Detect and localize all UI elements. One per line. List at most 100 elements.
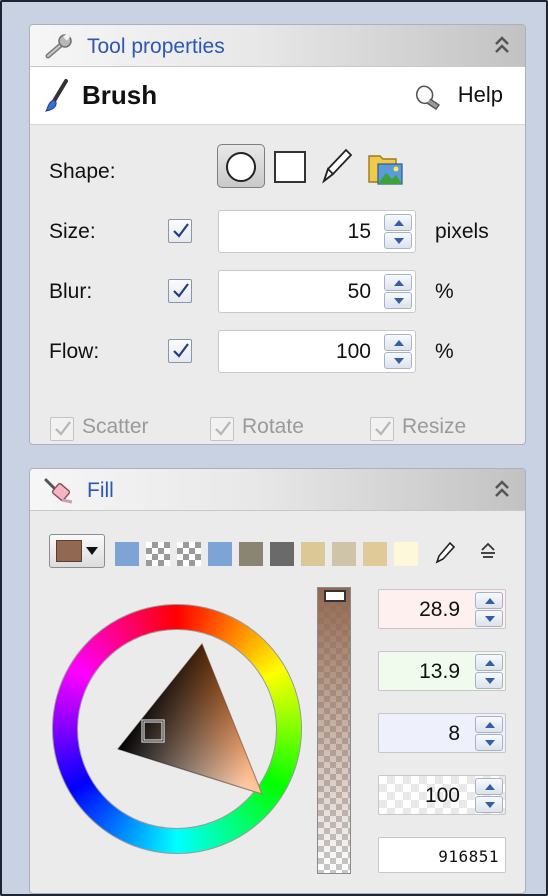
- blur-value[interactable]: 50: [348, 280, 371, 304]
- color-swatch[interactable]: [208, 542, 232, 566]
- tool-properties-panel: Tool properties Brush Help Shape: Size: …: [29, 24, 526, 445]
- increment-button[interactable]: [384, 334, 412, 351]
- blur-stepper[interactable]: 50: [218, 270, 416, 313]
- arrow-up-icon: [394, 340, 404, 346]
- shape-label: Shape:: [49, 160, 116, 183]
- flow-unit: %: [435, 340, 454, 363]
- decrement-button[interactable]: [384, 352, 412, 369]
- arrow-up-icon: [485, 598, 495, 604]
- increment-button[interactable]: [384, 274, 412, 291]
- hue-value[interactable]: 28.9: [419, 598, 460, 622]
- current-color-swatch: [56, 540, 82, 562]
- brush-icon: [44, 79, 68, 112]
- arrow-up-icon: [485, 722, 495, 728]
- check-icon: [173, 283, 189, 298]
- increment-button[interactable]: [384, 214, 412, 231]
- hex-field[interactable]: 916851: [378, 837, 506, 873]
- rotate-label: Rotate: [242, 415, 304, 438]
- chevron-down-icon: [86, 547, 98, 555]
- hex-value[interactable]: 916851: [438, 847, 499, 866]
- color-swatch[interactable]: [332, 542, 356, 566]
- rotate-checkbox[interactable]: [210, 417, 234, 441]
- decrement-button[interactable]: [475, 734, 503, 751]
- increment-button[interactable]: [475, 716, 503, 733]
- color-swatch[interactable]: [394, 542, 418, 566]
- decrement-button[interactable]: [475, 610, 503, 627]
- increment-button[interactable]: [475, 592, 503, 609]
- fill-panel: Fill 28.9 13.9 8 100 916851: [29, 468, 526, 894]
- arrow-down-icon: [485, 802, 495, 808]
- check-icon: [173, 223, 189, 238]
- lightbulb-icon[interactable]: [410, 81, 446, 113]
- decrement-button[interactable]: [384, 292, 412, 309]
- wrench-icon: [45, 33, 72, 59]
- size-label: Size:: [49, 220, 96, 243]
- tool-name-row: Brush Help: [30, 67, 525, 125]
- fill-brush-icon: [44, 478, 73, 504]
- color-swatch[interactable]: [239, 542, 263, 566]
- size-unit: pixels: [435, 220, 489, 243]
- check-icon: [55, 421, 71, 436]
- collapse-icon[interactable]: [493, 479, 511, 499]
- decrement-button[interactable]: [475, 796, 503, 813]
- arrow-up-icon: [485, 660, 495, 666]
- arrow-down-icon: [485, 678, 495, 684]
- check-icon: [173, 343, 189, 358]
- color-swatch[interactable]: [177, 542, 201, 566]
- folder-image-icon[interactable]: [366, 148, 406, 188]
- help-link[interactable]: Help: [458, 82, 503, 108]
- alpha-slider[interactable]: [317, 587, 351, 874]
- scatter-checkbox[interactable]: [50, 417, 74, 441]
- hue-field[interactable]: 28.9: [378, 589, 506, 629]
- size-value[interactable]: 15: [348, 220, 371, 244]
- color-swatch[interactable]: [146, 542, 170, 566]
- arrow-up-icon: [394, 220, 404, 226]
- alpha-field[interactable]: 100: [378, 775, 506, 815]
- tool-name: Brush: [82, 80, 158, 110]
- arrow-down-icon: [485, 616, 495, 622]
- color-wheel[interactable]: [52, 604, 302, 854]
- decrement-button[interactable]: [384, 232, 412, 249]
- shape-circle-button[interactable]: [217, 144, 265, 188]
- expand-swatches-icon[interactable]: [478, 541, 498, 561]
- alpha-slider-handle[interactable]: [324, 590, 346, 602]
- arrow-up-icon: [485, 784, 495, 790]
- decrement-button[interactable]: [475, 672, 503, 689]
- pencil-icon[interactable]: [318, 145, 354, 187]
- alpha-value[interactable]: 100: [425, 784, 460, 808]
- resize-checkbox[interactable]: [370, 417, 394, 441]
- color-swatch[interactable]: [301, 542, 325, 566]
- current-color-dropdown[interactable]: [49, 534, 105, 568]
- flow-label: Flow:: [49, 340, 100, 363]
- flow-value[interactable]: 100: [336, 340, 371, 364]
- eyedropper-icon[interactable]: [434, 539, 458, 565]
- sv-triangle[interactable]: [52, 604, 302, 854]
- shape-square-button[interactable]: [274, 151, 306, 183]
- check-icon: [215, 421, 231, 436]
- saturation-field[interactable]: 13.9: [378, 651, 506, 691]
- value-value[interactable]: 8: [448, 722, 460, 746]
- collapse-icon[interactable]: [493, 35, 511, 55]
- arrow-down-icon: [394, 358, 404, 364]
- flow-stepper[interactable]: 100: [218, 330, 416, 373]
- arrow-up-icon: [394, 280, 404, 286]
- tool-properties-header[interactable]: Tool properties: [30, 25, 525, 67]
- color-swatch[interactable]: [270, 542, 294, 566]
- flow-checkbox[interactable]: [168, 339, 192, 363]
- arrow-down-icon: [485, 740, 495, 746]
- size-checkbox[interactable]: [168, 219, 192, 243]
- value-field[interactable]: 8: [378, 713, 506, 753]
- scatter-label: Scatter: [82, 415, 149, 438]
- arrow-down-icon: [394, 238, 404, 244]
- increment-button[interactable]: [475, 654, 503, 671]
- color-swatch[interactable]: [363, 542, 387, 566]
- increment-button[interactable]: [475, 778, 503, 795]
- size-stepper[interactable]: 15: [218, 210, 416, 253]
- check-icon: [375, 421, 391, 436]
- color-swatch[interactable]: [115, 542, 139, 566]
- blur-unit: %: [435, 280, 454, 303]
- saturation-value[interactable]: 13.9: [419, 660, 460, 684]
- fill-header[interactable]: Fill: [30, 469, 525, 511]
- blur-checkbox[interactable]: [168, 279, 192, 303]
- arrow-down-icon: [394, 298, 404, 304]
